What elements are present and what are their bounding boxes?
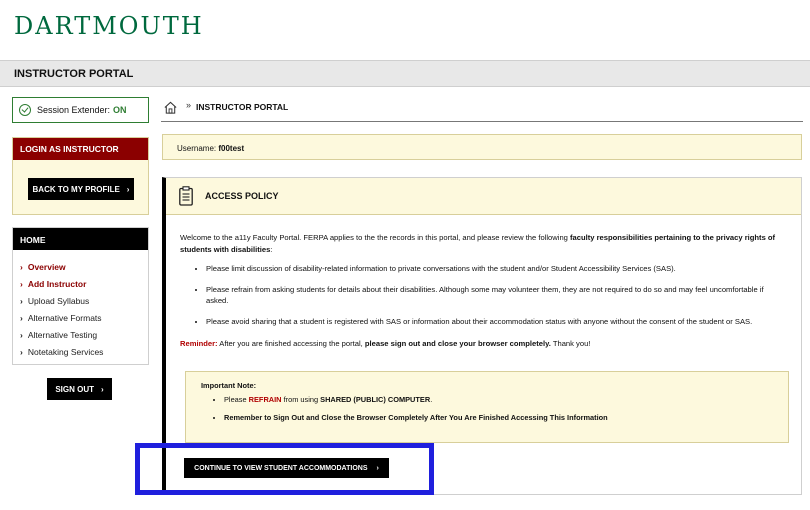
policy-title: ACCESS POLICY <box>205 191 279 201</box>
reminder-bold: please sign out and close your browser c… <box>364 339 551 348</box>
note-item: Remember to Sign Out and Close the Brows… <box>224 413 788 422</box>
sidebar-item-label: Overview <box>27 261 66 272</box>
portal-title: INSTRUCTOR PORTAL <box>14 68 134 80</box>
back-to-profile-button[interactable]: BACK TO MY PROFILE › <box>28 178 134 200</box>
chevron-right-icon: › <box>20 261 23 272</box>
intro-end: : <box>270 244 273 254</box>
sidebar-item-alternative-testing[interactable]: › Alternative Testing <box>13 326 148 343</box>
sidebar-item-alternative-formats[interactable]: › Alternative Formats <box>13 309 148 326</box>
portal-title-bar: INSTRUCTOR PORTAL <box>0 60 810 87</box>
chevron-right-icon: › <box>20 278 23 289</box>
chevron-right-icon: › <box>20 295 23 306</box>
sign-out-label: SIGN OUT <box>55 384 94 394</box>
note-title-text: Important Note <box>201 381 254 390</box>
note-list: Please REFRAIN from using SHARED (PUBLIC… <box>201 395 788 422</box>
session-label: Session Extender: <box>37 105 111 115</box>
session-status: ON <box>113 105 127 115</box>
breadcrumb-separator: » <box>186 100 192 110</box>
access-policy-panel: ACCESS POLICY Welcome to the a11y Facult… <box>162 177 802 495</box>
reminder-label: Reminder: <box>180 339 218 348</box>
chevron-right-icon: › <box>101 384 104 394</box>
reminder-text: After you are finished accessing the por… <box>217 339 365 348</box>
policy-bullets: Please limit discussion of disability-re… <box>180 263 787 327</box>
sidebar-item-label: Alternative Formats <box>27 312 102 323</box>
clipboard-icon <box>179 186 193 206</box>
important-note-box: Important Note: Please REFRAIN from usin… <box>185 371 789 443</box>
reminder: Reminder: After you are finished accessi… <box>180 338 787 350</box>
note-bold: Remember to Sign Out and Close the Brows… <box>224 413 608 422</box>
policy-bullet: Please limit discussion of disability-re… <box>206 263 787 275</box>
intro-text: Welcome to the a11y Faculty Portal. FERP… <box>180 233 571 242</box>
username-box: Username: f00test <box>162 134 802 160</box>
dartmouth-logo: DARTMOUTH <box>14 12 204 40</box>
continue-label: CONTINUE TO VIEW STUDENT ACCOMMODATIONS <box>194 464 368 472</box>
policy-bullet: Please refrain from asking students for … <box>206 284 787 307</box>
breadcrumb-current: INSTRUCTOR PORTAL <box>196 102 289 112</box>
menu-header: HOME <box>13 228 148 250</box>
back-button-label: BACK TO MY PROFILE <box>32 184 120 194</box>
username-value: f00test <box>218 144 245 153</box>
sidebar-menu: HOME › Overview › Add Instructor › Upload S… <box>12 227 149 365</box>
sidebar-item-overview[interactable]: › Overview <box>13 258 148 275</box>
note-title: Important Note: <box>201 381 257 390</box>
sign-out-button[interactable]: SIGN OUT › <box>47 378 112 400</box>
policy-body: Welcome to the a11y Faculty Portal. FERP… <box>166 215 801 350</box>
sidebar-item-label: Upload Syllabus <box>27 295 90 306</box>
policy-bullet: Please avoid sharing that a student is r… <box>206 316 787 328</box>
session-extender[interactable]: Session Extender: ON <box>12 97 149 123</box>
username-label: Username: <box>177 144 217 153</box>
sidebar-item-label: Add Instructor <box>27 278 87 289</box>
policy-header: ACCESS POLICY <box>166 178 801 215</box>
breadcrumb: » INSTRUCTOR PORTAL <box>161 100 803 122</box>
sidebar-item-add-instructor[interactable]: › Add Instructor <box>13 275 148 292</box>
policy-intro: Welcome to the a11y Faculty Portal. FERP… <box>180 232 787 255</box>
continue-to-accommodations-button[interactable]: CONTINUE TO VIEW STUDENT ACCOMMODATIONS … <box>184 458 389 478</box>
chevron-right-icon: › <box>126 184 130 194</box>
note-bold: SHARED (PUBLIC) COMPUTER <box>320 395 431 404</box>
chevron-right-icon: › <box>20 346 23 357</box>
note-text: from using <box>281 395 321 404</box>
check-circle-icon <box>19 104 31 116</box>
sidebar-item-label: Notetaking Services <box>27 346 104 357</box>
reminder-end: Thank you! <box>550 339 591 348</box>
note-text: Please <box>224 395 249 404</box>
note-item: Please REFRAIN from using SHARED (PUBLIC… <box>224 395 788 404</box>
note-text: . <box>430 395 433 404</box>
sidebar-item-notetaking-services[interactable]: › Notetaking Services <box>13 343 148 360</box>
sidebar-item-label: Alternative Testing <box>27 329 98 340</box>
chevron-right-icon: › <box>376 464 379 472</box>
chevron-right-icon: › <box>20 312 23 323</box>
login-header: LOGIN AS INSTRUCTOR <box>13 138 148 160</box>
menu-list: › Overview › Add Instructor › Upload Syllab… <box>13 250 148 360</box>
sidebar-item-upload-syllabus[interactable]: › Upload Syllabus <box>13 292 148 309</box>
login-as-instructor-panel: LOGIN AS INSTRUCTOR BACK TO MY PROFILE › <box>12 137 149 215</box>
chevron-right-icon: › <box>20 329 23 340</box>
home-icon[interactable] <box>163 100 178 115</box>
refrain-text: REFRAIN <box>248 395 282 404</box>
